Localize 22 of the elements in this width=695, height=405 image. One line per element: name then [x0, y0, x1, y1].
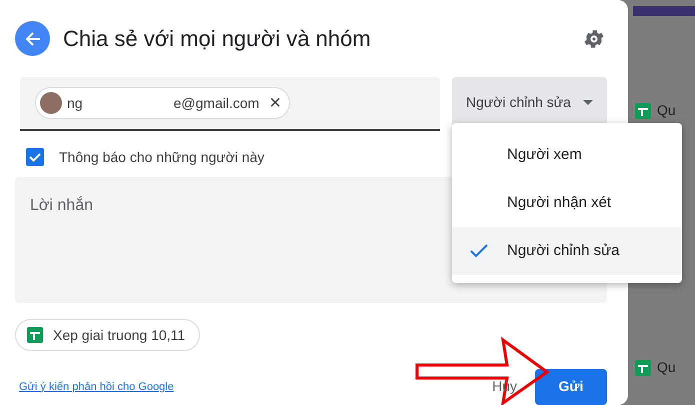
recipient-email: e@gmail.com [174, 94, 260, 113]
remove-button[interactable]: × [269, 93, 281, 114]
recipients-field[interactable]: ng e@gmail.com × [20, 77, 440, 132]
notify-label: Thông báo cho những người này [59, 148, 264, 167]
feedback-link[interactable]: Gửi ý kiến phản hồi cho Google [19, 378, 480, 396]
dialog-title: Chia sẻ với mọi người và nhóm [63, 25, 372, 54]
role-option[interactable]: Người xem [452, 131, 682, 179]
spreadsheet-icon [27, 327, 43, 344]
role-option[interactable]: Người chỉnh sửa [452, 227, 682, 275]
back-arrow-icon [24, 30, 42, 48]
send-button[interactable]: Gửi [535, 368, 607, 405]
notify-checkbox[interactable] [26, 148, 44, 166]
caret-icon [583, 100, 593, 105]
avatar [40, 92, 62, 114]
sheet-item-text: Qu [657, 101, 676, 120]
back-button[interactable] [15, 21, 50, 56]
sheet-item-text: Qu [657, 358, 676, 377]
check-icon [470, 244, 488, 258]
recipient-name: ng [67, 94, 83, 113]
spreadsheet-icon [635, 360, 651, 376]
file-name: Xep giai truong 10,11 [53, 326, 186, 345]
spreadsheet-icon [635, 102, 651, 118]
